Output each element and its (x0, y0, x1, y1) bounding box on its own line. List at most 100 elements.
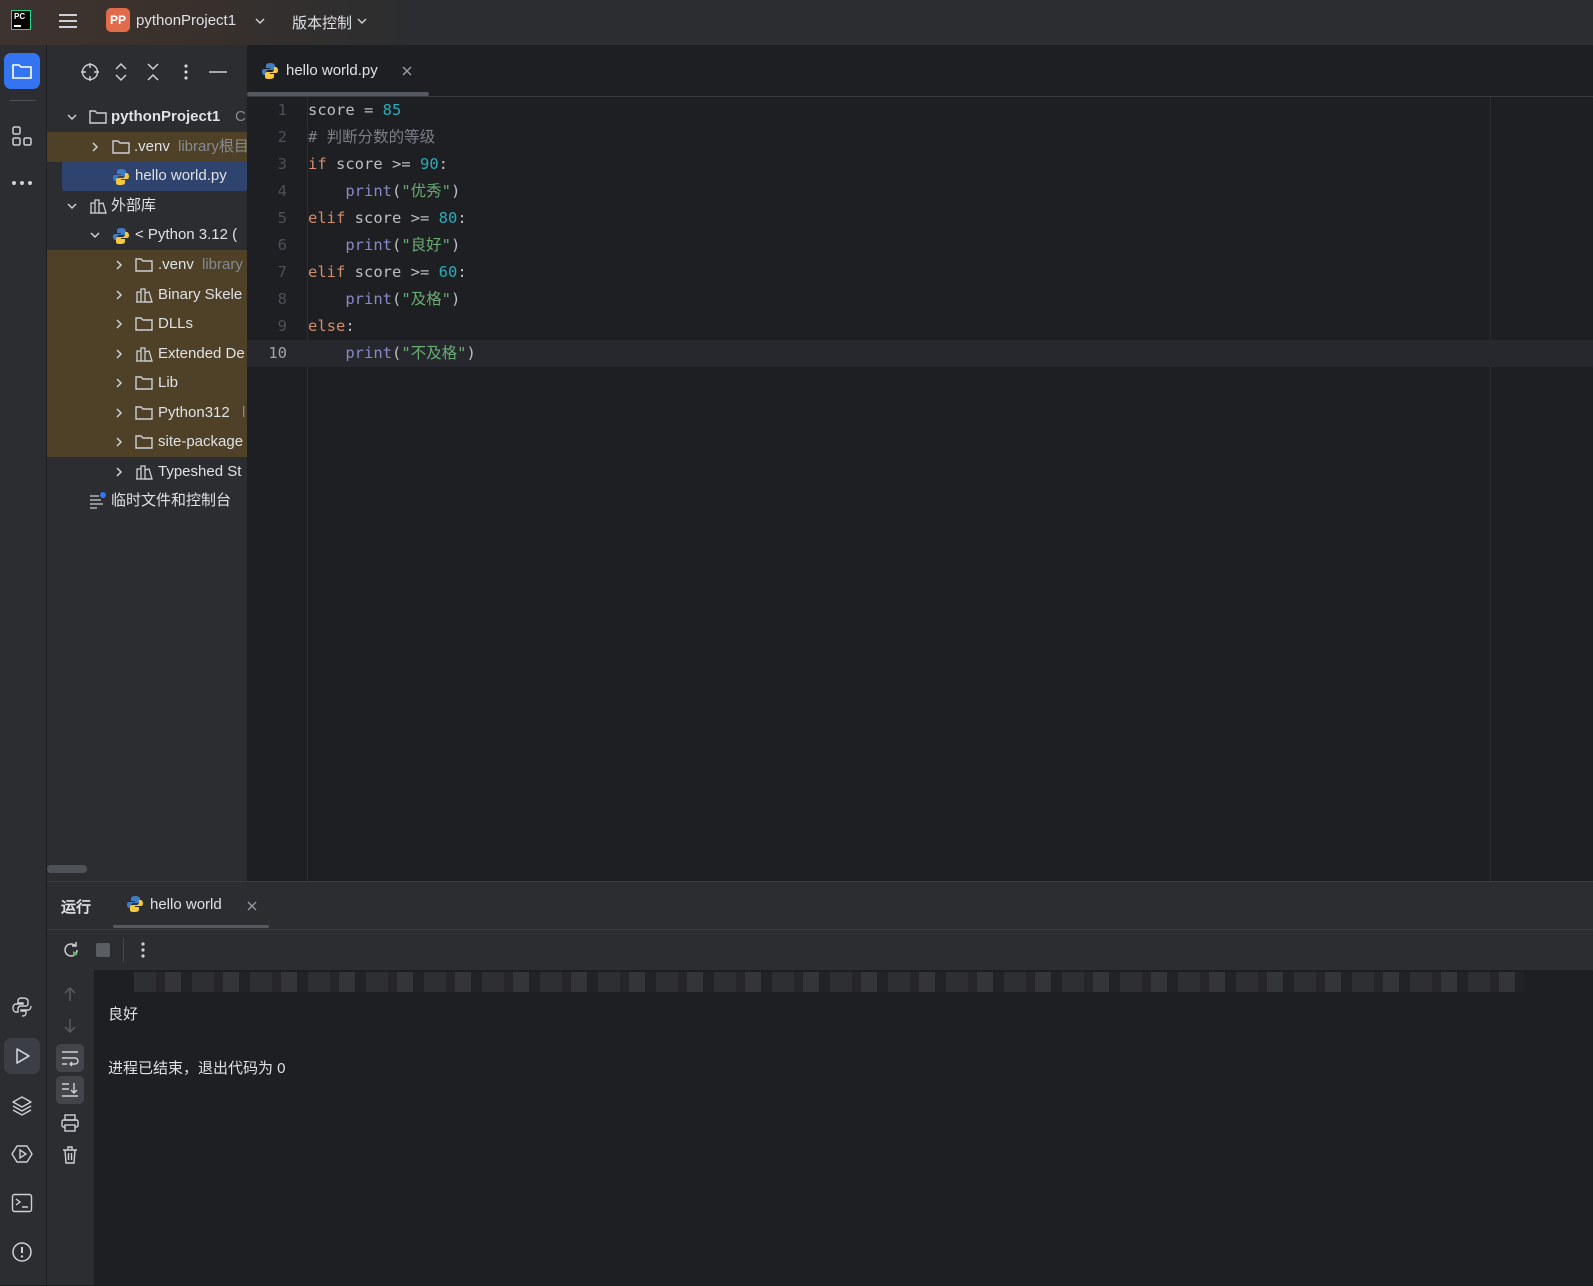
folder-icon (89, 110, 107, 124)
active-run-tab-indicator (113, 925, 269, 928)
close-icon (247, 901, 257, 911)
line-number: 10 (268, 344, 287, 362)
tree-label-suffix: library根目 (178, 138, 247, 155)
code-line[interactable]: 2 # 判断分数的等级 (247, 124, 1593, 151)
line-number: 1 (277, 101, 287, 119)
tree-item-binary-skeletons[interactable]: Binary Skele (47, 280, 247, 310)
library-icon (136, 347, 153, 362)
terminal-button[interactable] (4, 1185, 40, 1221)
problems-button[interactable] (4, 1234, 40, 1270)
run-tab-label: hello world (150, 896, 222, 913)
project-badge[interactable]: PP (106, 8, 130, 32)
code-line[interactable]: 5 elif score >= 80: (247, 205, 1593, 232)
tree-item-python-sdk[interactable]: < Python 3.12 ( (47, 220, 247, 250)
tree-item-typeshed-stubs[interactable]: Typeshed St (47, 457, 247, 487)
code-line[interactable]: 10 print("不及格") (247, 340, 1593, 367)
active-tab-indicator (247, 92, 429, 96)
run-side-toolbar (47, 970, 94, 1285)
services-button[interactable] (4, 1136, 40, 1172)
tree-label-suffix: library (202, 256, 243, 273)
horizontal-scrollbar[interactable] (47, 865, 87, 873)
arrow-down-icon[interactable] (61, 1017, 79, 1035)
tree-item-sdk-venv[interactable]: .venv library (47, 250, 247, 280)
tree-item-venv[interactable]: .venv library根目 (47, 132, 247, 162)
tree-item-site-packages[interactable]: site-package (47, 427, 247, 457)
code-text: print("优秀") (345, 182, 461, 200)
code-text: elif score >= 60: (308, 263, 467, 281)
run-tool-button[interactable] (4, 1038, 40, 1074)
tree-label: 临时文件和控制台 (111, 492, 232, 509)
tree-label: DLLs (158, 315, 194, 332)
pycharm-logo[interactable]: PC (11, 10, 31, 30)
chevron-right-icon (92, 142, 99, 152)
chevron-down-icon[interactable] (356, 16, 368, 26)
editor-tab-hello-world[interactable]: hello world.py (247, 45, 429, 96)
tree-item-scratches[interactable]: 临时文件和控制台 (47, 486, 247, 516)
code-line[interactable]: 9 else: (247, 313, 1593, 340)
rerun-icon[interactable] (61, 940, 81, 960)
line-number: 2 (277, 128, 287, 146)
scroll-to-end-button[interactable] (56, 1076, 84, 1104)
stop-icon[interactable] (96, 943, 110, 957)
chevron-right-icon (116, 437, 123, 447)
code-text: # 判断分数的等级 (308, 128, 436, 146)
tree-item-python312[interactable]: Python312 l (47, 398, 247, 428)
code-line[interactable]: 7 elif score >= 60: (247, 259, 1593, 286)
code-text: print("及格") (345, 290, 461, 308)
tree-item-dlls[interactable]: DLLs (47, 309, 247, 339)
tree-label: .venv (158, 256, 194, 273)
title-bar: PC PP pythonProject1 版本控制 (0, 0, 1593, 45)
structure-tool-button[interactable] (4, 118, 40, 154)
vcs-menu[interactable]: 版本控制 (292, 12, 352, 33)
tree-item-external-libs[interactable]: 外部库 (47, 191, 247, 221)
project-panel: pythonProject1 C .venv library根目 hello w… (47, 45, 247, 881)
code-line[interactable]: 1 score = 85 (247, 97, 1593, 124)
code-line[interactable]: 8 print("及格") (247, 286, 1593, 313)
python-console-button[interactable] (4, 989, 40, 1025)
run-icon (16, 1048, 30, 1064)
tree-label: site-package (158, 433, 244, 450)
project-name[interactable]: pythonProject1 (136, 12, 236, 29)
expand-all-icon[interactable] (113, 62, 129, 82)
chevron-down-icon[interactable] (254, 16, 266, 26)
tree-item-extended-definitions[interactable]: Extended De (47, 339, 247, 369)
chevron-right-icon (116, 378, 123, 388)
options-icon[interactable] (183, 62, 189, 82)
soft-wrap-button[interactable] (56, 1044, 84, 1072)
chevron-down-icon (67, 203, 77, 210)
folder-icon (112, 140, 130, 154)
arrow-up-icon[interactable] (61, 985, 79, 1003)
close-icon (402, 66, 412, 76)
python-packages-button[interactable] (4, 1087, 40, 1123)
main-menu-icon[interactable] (58, 12, 78, 30)
more-tools-button[interactable] (4, 165, 40, 201)
print-icon[interactable] (60, 1113, 80, 1133)
collapse-all-icon[interactable] (145, 62, 161, 82)
code-text: print("良好") (345, 236, 461, 254)
code-line[interactable]: 6 print("良好") (247, 232, 1593, 259)
code-line[interactable]: 4 print("优秀") (247, 178, 1593, 205)
code-line[interactable]: 3 if score >= 90: (247, 151, 1593, 178)
more-vertical-icon[interactable] (140, 940, 146, 960)
run-panel-title: 运行 (61, 899, 92, 916)
tree-root-project[interactable]: pythonProject1 C (47, 102, 247, 132)
tree-item-hello-world-py[interactable]: hello world.py (62, 161, 247, 191)
folder-icon (135, 317, 153, 331)
python-file-icon (127, 896, 143, 912)
hide-panel-icon[interactable] (209, 71, 227, 73)
folder-icon (135, 258, 153, 272)
folder-icon (135, 406, 153, 420)
line-number: 4 (277, 182, 287, 200)
scroll-to-end-icon (62, 1083, 78, 1097)
code-area[interactable]: 1 score = 85 2 # 判断分数的等级 3 if score >= 90: 4 p… (247, 97, 1593, 877)
project-tool-button[interactable] (4, 53, 40, 89)
tree-label-suffix: l (242, 404, 246, 421)
chevron-right-icon (116, 260, 123, 270)
trash-icon[interactable] (60, 1145, 80, 1165)
tab-label: hello world.py (286, 62, 378, 79)
run-tab-hello-world[interactable]: hello world (113, 882, 269, 929)
tree-item-lib[interactable]: Lib (47, 368, 247, 398)
console-output-line: 良好 (108, 1006, 139, 1023)
locate-file-icon[interactable] (80, 62, 100, 82)
chevron-down-icon (90, 232, 100, 239)
